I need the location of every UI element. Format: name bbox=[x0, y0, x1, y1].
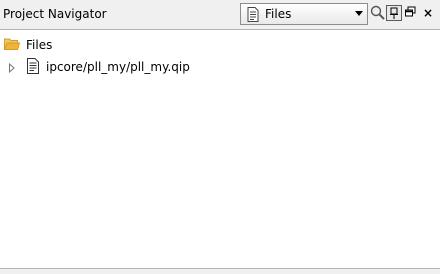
close-icon[interactable]: × bbox=[419, 4, 437, 22]
panel-header: Project Navigator Files × bbox=[0, 0, 440, 29]
document-icon bbox=[26, 57, 40, 78]
tree-item-label: ipcore/pll_my/pll_my.qip bbox=[46, 60, 190, 74]
project-navigator-panel: Project Navigator Files × Files ipcore/p… bbox=[0, 0, 440, 274]
view-selector-value: Files bbox=[265, 7, 292, 21]
panel-title: Project Navigator bbox=[3, 7, 107, 21]
document-icon bbox=[247, 7, 259, 25]
folder-open-icon bbox=[3, 37, 21, 54]
file-tree[interactable]: Files ipcore/pll_my/pll_my.qip bbox=[0, 29, 440, 269]
panel-bottom-border bbox=[0, 269, 440, 274]
chevron-down-icon bbox=[355, 11, 363, 16]
expand-arrow-icon[interactable] bbox=[8, 62, 16, 76]
tree-root-label: Files bbox=[26, 38, 53, 52]
pin-icon[interactable] bbox=[386, 5, 402, 21]
search-icon[interactable] bbox=[369, 4, 387, 22]
view-selector-dropdown[interactable]: Files bbox=[240, 3, 368, 25]
